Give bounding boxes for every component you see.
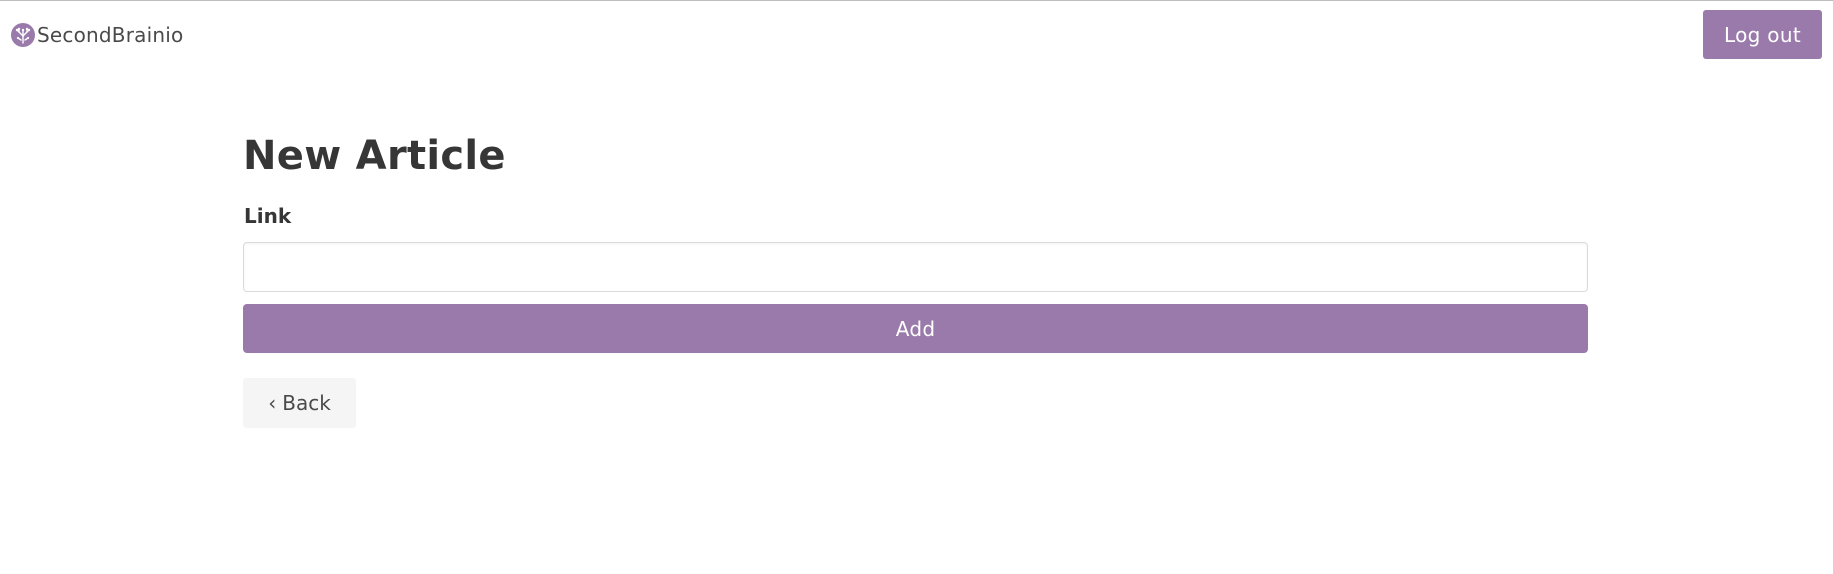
- chevron-left-icon: ‹: [268, 391, 277, 415]
- back-button[interactable]: ‹ Back: [243, 378, 356, 428]
- link-label: Link: [244, 204, 292, 228]
- brand-link[interactable]: SecondBrainio: [11, 23, 183, 47]
- tree-brain-logo-icon: [11, 23, 35, 47]
- brand-name: SecondBrainio: [37, 23, 184, 47]
- logout-button[interactable]: Log out: [1703, 10, 1822, 59]
- link-input[interactable]: [243, 242, 1588, 292]
- navbar: SecondBrainio Log out: [0, 1, 1833, 67]
- page-title: New Article: [243, 133, 506, 179]
- back-label: Back: [282, 391, 331, 415]
- add-button[interactable]: Add: [243, 304, 1588, 353]
